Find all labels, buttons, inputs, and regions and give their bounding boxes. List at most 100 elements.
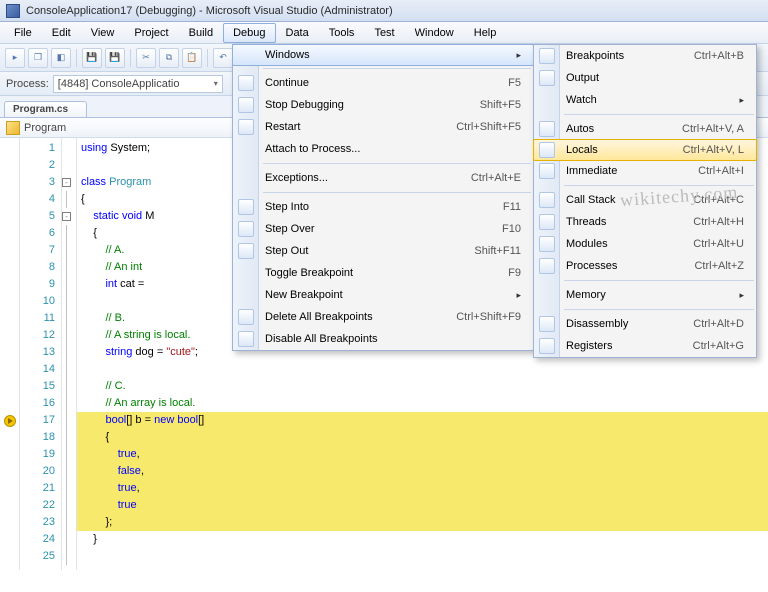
code-line[interactable]: { [77, 429, 768, 446]
toolbar-separator [76, 49, 77, 67]
menu-test[interactable]: Test [364, 23, 404, 43]
breakpoint-gutter[interactable] [0, 138, 20, 570]
menu-item-step-into[interactable]: Step IntoF11 [233, 196, 533, 218]
tab-program-cs[interactable]: Program.cs [4, 101, 87, 117]
menu-item-shortcut: Ctrl+Alt+I [674, 165, 744, 177]
submenu-item-threads[interactable]: ThreadsCtrl+Alt+H [534, 211, 756, 233]
menu-item-icon [539, 214, 555, 230]
process-label: Process: [6, 78, 49, 90]
menu-debug[interactable]: Debug [223, 23, 275, 43]
toolbar-button[interactable]: ◧ [51, 48, 71, 68]
copy-icon[interactable]: ⧉ [159, 48, 179, 68]
code-line[interactable]: bool[] b = new bool[] [77, 412, 768, 429]
menu-item-step-out[interactable]: Step OutShift+F11 [233, 240, 533, 262]
menu-tools[interactable]: Tools [319, 23, 365, 43]
menu-item-shortcut: Shift+F5 [456, 99, 521, 111]
menu-item-label: Threads [566, 216, 669, 228]
menu-item-shortcut: Ctrl+Alt+G [669, 340, 744, 352]
code-line[interactable]: }; [77, 514, 768, 531]
menu-item-shortcut: F9 [484, 267, 521, 279]
code-line[interactable]: true [77, 497, 768, 514]
code-line[interactable]: false, [77, 463, 768, 480]
menu-item-label: Step Over [265, 223, 478, 235]
code-line[interactable]: true, [77, 446, 768, 463]
menu-item-exceptions[interactable]: Exceptions...Ctrl+Alt+E [233, 167, 533, 189]
fold-toggle[interactable]: - [62, 178, 71, 187]
menu-help[interactable]: Help [464, 23, 507, 43]
submenu-item-call-stack[interactable]: Call StackCtrl+Alt+C [534, 189, 756, 211]
submenu-item-autos[interactable]: AutosCtrl+Alt+V, A [534, 118, 756, 140]
menu-item-shortcut: F11 [479, 201, 521, 213]
menu-item-new-breakpoint[interactable]: New Breakpoint▸ [233, 284, 533, 306]
menu-item-icon [238, 309, 254, 325]
submenu-item-modules[interactable]: ModulesCtrl+Alt+U [534, 233, 756, 255]
menu-item-restart[interactable]: RestartCtrl+Shift+F5 [233, 116, 533, 138]
code-line[interactable]: // C. [77, 378, 768, 395]
menu-item-label: New Breakpoint [265, 289, 502, 301]
menu-item-label: Locals [566, 144, 659, 156]
menu-item-continue[interactable]: ContinueF5 [233, 72, 533, 94]
menu-item-shortcut: Ctrl+Shift+F9 [432, 311, 521, 323]
submenu-arrow-icon: ▸ [725, 290, 744, 301]
submenu-item-output[interactable]: Output [534, 67, 756, 89]
fold-gutter[interactable]: -- [62, 138, 77, 570]
menu-item-stop-debugging[interactable]: Stop DebuggingShift+F5 [233, 94, 533, 116]
menu-data[interactable]: Data [276, 23, 319, 43]
menu-item-disable-all-breakpoints[interactable]: Disable All Breakpoints [233, 328, 533, 350]
submenu-item-processes[interactable]: ProcessesCtrl+Alt+Z [534, 255, 756, 277]
menu-window[interactable]: Window [405, 23, 464, 43]
code-line[interactable]: } [77, 531, 768, 548]
save-all-icon[interactable]: 💾 [105, 48, 125, 68]
menu-item-toggle-breakpoint[interactable]: Toggle BreakpointF9 [233, 262, 533, 284]
menu-file[interactable]: File [4, 23, 42, 43]
code-line[interactable]: // An array is local. [77, 395, 768, 412]
code-line[interactable] [77, 361, 768, 378]
submenu-item-breakpoints[interactable]: BreakpointsCtrl+Alt+B [534, 45, 756, 67]
menu-item-attach-to-process[interactable]: Attach to Process... [233, 138, 533, 160]
menu-item-label: Attach to Process... [265, 143, 521, 155]
code-line[interactable] [77, 548, 768, 565]
menu-separator [263, 163, 531, 164]
submenu-item-memory[interactable]: Memory▸ [534, 284, 756, 306]
submenu-item-locals[interactable]: LocalsCtrl+Alt+V, L [533, 139, 757, 161]
fold-toggle[interactable]: - [62, 212, 71, 221]
menu-project[interactable]: Project [124, 23, 178, 43]
menu-item-icon [238, 75, 254, 91]
save-icon[interactable]: 💾 [82, 48, 102, 68]
line-number-gutter: 1234567891011121314151617181920212223242… [20, 138, 62, 570]
current-statement-icon [4, 415, 16, 427]
toolbar-button[interactable]: ▸ [5, 48, 25, 68]
menu-item-icon [539, 316, 555, 332]
menu-view[interactable]: View [81, 23, 125, 43]
toolbar-separator [130, 49, 131, 67]
submenu-item-disassembly[interactable]: DisassemblyCtrl+Alt+D [534, 313, 756, 335]
submenu-item-watch[interactable]: Watch▸ [534, 89, 756, 111]
menu-item-icon [238, 221, 254, 237]
menu-item-windows[interactable]: Windows▸ [232, 44, 534, 66]
submenu-item-registers[interactable]: RegistersCtrl+Alt+G [534, 335, 756, 357]
menu-item-shortcut: F10 [478, 223, 521, 235]
menu-item-shortcut: Ctrl+Alt+E [447, 172, 521, 184]
menu-item-delete-all-breakpoints[interactable]: Delete All BreakpointsCtrl+Shift+F9 [233, 306, 533, 328]
menu-edit[interactable]: Edit [42, 23, 81, 43]
menu-item-label: Restart [265, 121, 432, 133]
paste-icon[interactable]: 📋 [182, 48, 202, 68]
menu-item-icon [238, 97, 254, 113]
menu-build[interactable]: Build [179, 23, 223, 43]
menu-item-icon [539, 70, 555, 86]
menu-bar: FileEditViewProjectBuildDebugDataToolsTe… [0, 22, 768, 44]
menu-item-step-over[interactable]: Step OverF10 [233, 218, 533, 240]
submenu-item-immediate[interactable]: ImmediateCtrl+Alt+I [534, 160, 756, 182]
process-selector[interactable]: [4848] ConsoleApplicatio [53, 75, 223, 93]
menu-item-label: Breakpoints [566, 50, 670, 62]
undo-icon[interactable]: ↶ [213, 48, 233, 68]
menu-item-label: Continue [265, 77, 484, 89]
toolbar-button[interactable]: ❐ [28, 48, 48, 68]
menu-item-icon [539, 338, 555, 354]
menu-item-label: Step Out [265, 245, 450, 257]
code-line[interactable]: true, [77, 480, 768, 497]
toolbar-separator [207, 49, 208, 67]
cut-icon[interactable]: ✂ [136, 48, 156, 68]
menu-item-label: Disassembly [566, 318, 669, 330]
window-title-bar: ConsoleApplication17 (Debugging) - Micro… [0, 0, 768, 22]
